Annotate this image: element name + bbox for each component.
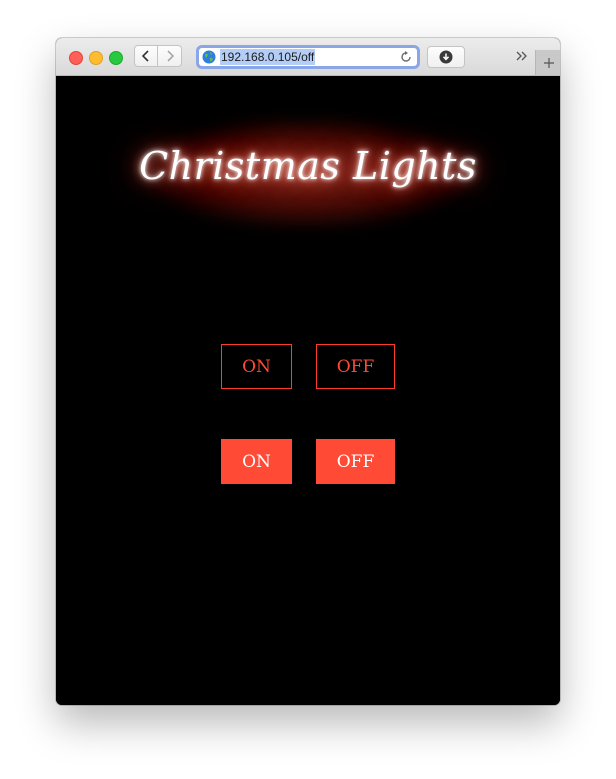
forward-button[interactable] xyxy=(158,45,182,67)
chevron-left-icon xyxy=(141,50,149,62)
back-button[interactable] xyxy=(134,45,158,67)
globe-icon xyxy=(202,50,216,64)
outline-off-button[interactable]: OFF xyxy=(316,344,395,389)
new-tab-button[interactable] xyxy=(535,50,560,75)
page-title: Christmas Lights xyxy=(139,144,477,188)
browser-toolbar: 192.168.0.105/off xyxy=(56,38,560,76)
solid-off-button[interactable]: OFF xyxy=(316,439,395,484)
address-bar[interactable]: 192.168.0.105/off xyxy=(196,45,420,69)
minimize-window-button[interactable] xyxy=(89,51,103,65)
page-content: Christmas Lights ON OFF ON OFF xyxy=(56,76,560,705)
downloads-button[interactable] xyxy=(427,46,465,68)
plus-icon xyxy=(543,57,554,68)
solid-on-button[interactable]: ON xyxy=(221,439,292,484)
browser-window: 192.168.0.105/off Christmas Lights ON OF… xyxy=(56,38,560,705)
zoom-window-button[interactable] xyxy=(109,51,123,65)
outline-on-button[interactable]: ON xyxy=(221,344,292,389)
download-icon xyxy=(439,50,453,64)
address-url[interactable]: 192.168.0.105/off xyxy=(220,49,316,65)
chevron-right-icon xyxy=(166,50,174,62)
toolbar-overflow-button[interactable] xyxy=(514,46,530,66)
close-window-button[interactable] xyxy=(69,51,83,65)
double-chevron-right-icon xyxy=(516,51,527,61)
reload-icon[interactable] xyxy=(399,50,413,64)
